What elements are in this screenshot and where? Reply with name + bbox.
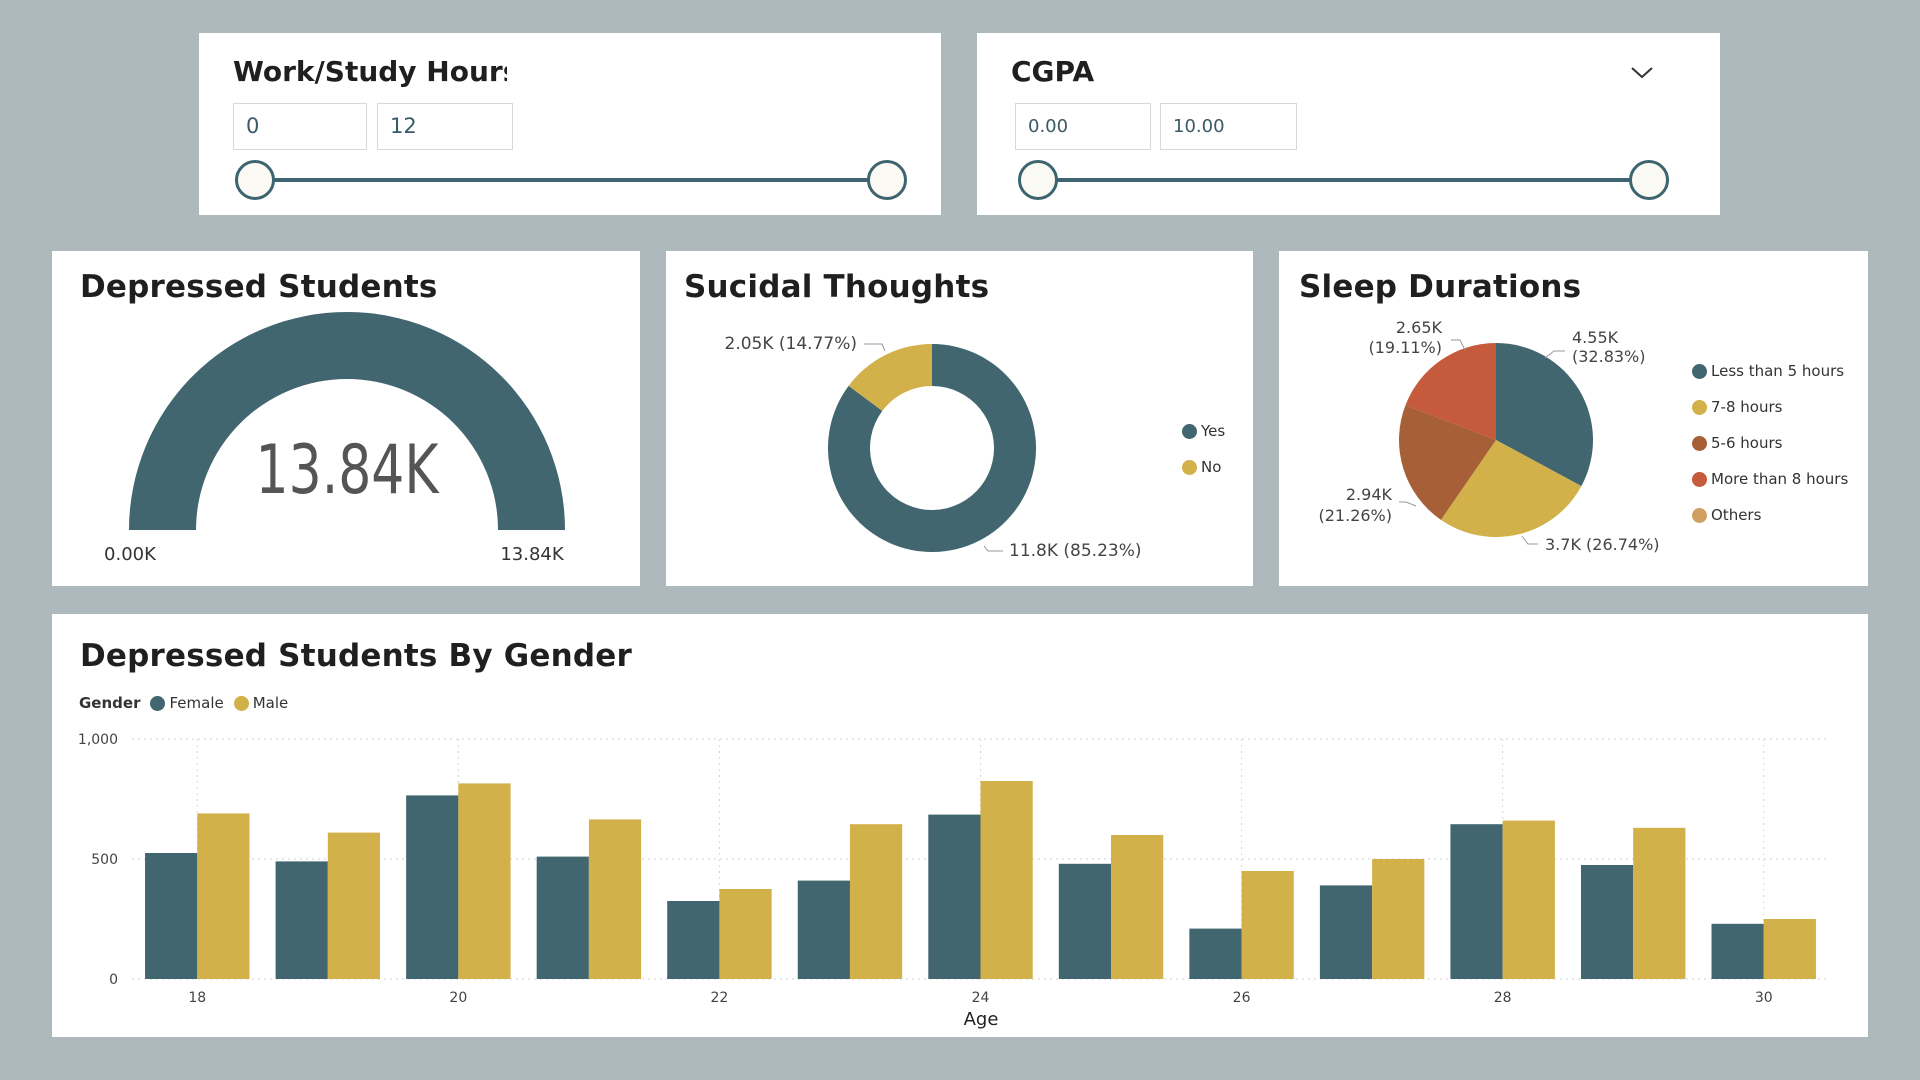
y-tick-label: 500 xyxy=(91,852,118,868)
legend-dot xyxy=(1692,363,1707,379)
gauge-value-label: 13.84K xyxy=(256,429,441,509)
leader-line-78 xyxy=(1521,535,1538,545)
pie-label-less5-b: (32.83%) xyxy=(1572,347,1646,366)
slicer-title: Work/Study Hours xyxy=(233,55,507,88)
bar-female-age-21[interactable] xyxy=(536,856,589,979)
bar-female-age-23[interactable] xyxy=(797,880,850,979)
x-tick-label: 30 xyxy=(1755,990,1773,1006)
x-tick-label: 22 xyxy=(711,990,729,1006)
bar-male-age-24[interactable] xyxy=(980,781,1033,979)
bar-female-age-20[interactable] xyxy=(406,795,459,979)
legend-label: More than 8 hours xyxy=(1711,470,1849,488)
legend-item[interactable]: Others xyxy=(1692,506,1761,524)
donut-label-yes: 11.8K (85.23%) xyxy=(1009,541,1142,561)
legend-item[interactable]: Less than 5 hours xyxy=(1692,362,1844,380)
leader-line-no xyxy=(864,343,886,352)
work-max-input[interactable]: 12 xyxy=(377,103,513,150)
bar-female-age-27[interactable] xyxy=(1319,885,1373,979)
legend-label: Others xyxy=(1711,506,1762,524)
bar-female-age-30[interactable] xyxy=(1711,923,1764,979)
bar-female-age-19[interactable] xyxy=(275,861,328,979)
work-slider-track[interactable] xyxy=(255,178,885,182)
sleep-durations-card: Sleep Durations 4.55K (32.83%) 3.7K (26.… xyxy=(1279,251,1868,586)
bar-male-age-23[interactable] xyxy=(849,824,903,979)
y-tick-label: 1,000 xyxy=(78,732,118,748)
legend-dot xyxy=(1692,507,1707,523)
bar-male-age-20[interactable] xyxy=(458,783,511,979)
legend-item-no[interactable]: No xyxy=(1182,458,1221,476)
legend-item-yes[interactable]: Yes xyxy=(1182,422,1225,440)
legend-item[interactable]: More than 8 hours xyxy=(1692,470,1848,488)
slicer-title: CGPA xyxy=(1011,55,1095,88)
pie-label-78: 3.7K (26.74%) xyxy=(1545,535,1660,554)
bar-male-age-30[interactable] xyxy=(1763,919,1816,979)
depressed-students-card: Depressed Students 13.84K 0.00K 13.84K xyxy=(52,251,640,586)
bar-male-age-19[interactable] xyxy=(327,832,381,979)
work-slider-min-handle[interactable] xyxy=(235,160,275,200)
leader-line-more8 xyxy=(1451,339,1466,351)
x-tick-label: 26 xyxy=(1233,990,1251,1006)
bar-female-age-26[interactable] xyxy=(1189,928,1242,979)
leader-line-less5 xyxy=(1544,350,1565,359)
pie-label-more8-a: 2.65K xyxy=(1396,318,1443,337)
bar-female-age-22[interactable] xyxy=(667,901,720,979)
legend-dot xyxy=(1692,399,1707,415)
bar-male-age-27[interactable] xyxy=(1372,859,1425,979)
gauge-chart: 13.84K 0.00K 13.84K xyxy=(104,312,565,565)
gauge-max-label: 13.84K xyxy=(500,544,565,565)
x-tick-label: 28 xyxy=(1494,990,1512,1006)
bar-male-age-25[interactable] xyxy=(1111,835,1164,979)
cgpa-slicer: CGPA 0.00 10.00 xyxy=(977,33,1720,215)
cgpa-slider-min-handle[interactable] xyxy=(1018,160,1058,200)
bar-male-age-21[interactable] xyxy=(588,819,642,979)
bar-male-age-18[interactable] xyxy=(197,813,250,979)
bar-female-age-18[interactable] xyxy=(145,853,198,979)
cgpa-min-input[interactable]: 0.00 xyxy=(1015,103,1151,150)
bar-male-age-22[interactable] xyxy=(719,889,772,979)
bar-female-age-24[interactable] xyxy=(928,814,981,979)
x-axis-label: Age xyxy=(964,1009,999,1030)
chevron-down-icon[interactable] xyxy=(1630,61,1654,85)
legend-label: Less than 5 hours xyxy=(1711,362,1845,380)
suicidal-thoughts-card: Sucidal Thoughts 2.05K (14.77%) 11.8K (8… xyxy=(666,251,1253,586)
bar-female-age-29[interactable] xyxy=(1580,865,1634,979)
donut-label-no: 2.05K (14.77%) xyxy=(725,334,858,354)
bar-male-age-29[interactable] xyxy=(1633,827,1686,979)
legend-item[interactable]: 7-8 hours xyxy=(1692,398,1782,416)
legend-label: 7-8 hours xyxy=(1711,398,1783,416)
x-tick-label: 18 xyxy=(188,990,206,1006)
x-tick-label: 24 xyxy=(972,990,990,1006)
bar-chart: 0 500 1,000 18 20 22 24 26 28 30 Age xyxy=(78,732,1829,1030)
work-min-input[interactable]: 0 xyxy=(233,103,367,150)
pie-label-56-b: (21.26%) xyxy=(1319,506,1393,525)
work-slider-max-handle[interactable] xyxy=(867,160,907,200)
bar-female-age-25[interactable] xyxy=(1058,863,1112,979)
bar-male-age-26[interactable] xyxy=(1241,871,1294,979)
legend-label: No xyxy=(1201,458,1222,476)
pie-label-more8-b: (19.11%) xyxy=(1369,338,1443,357)
donut-chart: 2.05K (14.77%) 11.8K (85.23%) xyxy=(725,334,1142,561)
work-study-hours-slicer: Work/Study Hours 0 12 xyxy=(199,33,941,215)
leader-line-56 xyxy=(1399,501,1417,507)
pie-label-56-a: 2.94K xyxy=(1346,485,1393,504)
gauge-min-label: 0.00K xyxy=(104,544,157,565)
y-tick-label: 0 xyxy=(109,972,118,988)
depressed-by-gender-card: Depressed Students By Gender Gender Fema… xyxy=(52,614,1868,1037)
bar-female-age-28[interactable] xyxy=(1450,824,1503,979)
pie-chart: 4.55K (32.83%) 3.7K (26.74%) 2.94K (21.2… xyxy=(1319,318,1660,554)
x-tick-label: 20 xyxy=(449,990,467,1006)
legend-label: 5-6 hours xyxy=(1711,434,1783,452)
cgpa-slider-max-handle[interactable] xyxy=(1629,160,1669,200)
cgpa-slider-track[interactable] xyxy=(1039,178,1651,182)
legend-dot xyxy=(1692,471,1707,487)
legend-dot xyxy=(1182,459,1197,475)
pie-label-less5-a: 4.55K xyxy=(1572,328,1619,347)
cgpa-max-input[interactable]: 10.00 xyxy=(1160,103,1297,150)
bar-male-age-28[interactable] xyxy=(1502,820,1555,979)
legend-dot xyxy=(1692,435,1707,451)
legend-item[interactable]: 5-6 hours xyxy=(1692,434,1782,452)
leader-line-yes xyxy=(983,545,1003,552)
legend-label: Yes xyxy=(1201,422,1226,440)
legend-dot xyxy=(1182,423,1197,439)
